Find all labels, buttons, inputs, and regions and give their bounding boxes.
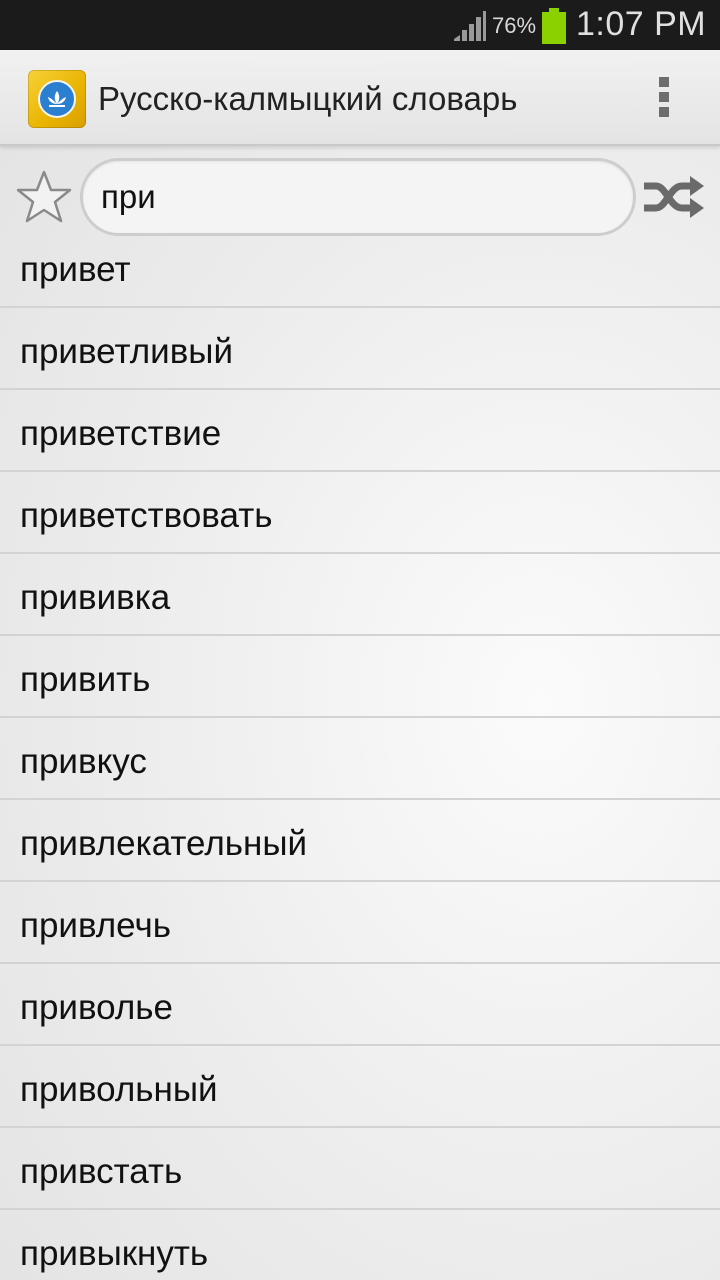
search-input[interactable] xyxy=(101,171,611,223)
result-item[interactable]: привить xyxy=(0,636,720,718)
result-item-label: приветствие xyxy=(20,414,222,453)
app-logo-icon[interactable] xyxy=(28,70,86,128)
result-item-label: привыкнуть xyxy=(20,1234,209,1273)
result-item-label: привлекательный xyxy=(20,824,308,863)
result-item[interactable]: привлекательный xyxy=(0,800,720,882)
clock: 1:07 PM xyxy=(576,5,707,43)
status-bar: 76% 1:07 PM xyxy=(0,0,720,50)
result-item[interactable]: привет xyxy=(0,242,720,308)
result-item-label: прививка xyxy=(20,578,171,617)
app-title: Русско-калмыцкий словарь xyxy=(98,80,518,117)
result-item-label: привольный xyxy=(20,1070,218,1109)
result-item[interactable]: приветствие xyxy=(0,390,720,472)
result-item-label: приветствовать xyxy=(20,496,273,535)
result-item-label: привет xyxy=(20,250,131,289)
result-list: привет приветливый приветствие приветствова… xyxy=(0,242,720,1280)
result-item[interactable]: привольный xyxy=(0,1046,720,1128)
search-field[interactable] xyxy=(80,158,636,236)
action-bar: Русско-калмыцкий словарь xyxy=(0,50,720,146)
overflow-menu-icon[interactable] xyxy=(652,74,676,124)
result-item[interactable]: приволье xyxy=(0,964,720,1046)
result-item[interactable]: прививка xyxy=(0,554,720,636)
result-item[interactable]: привкус xyxy=(0,718,720,800)
battery-percent: 76% xyxy=(492,13,537,38)
result-item-label: привкус xyxy=(20,742,147,781)
result-item-label: привить xyxy=(20,660,151,699)
result-item-label: приволье xyxy=(20,988,173,1027)
result-item-label: привлечь xyxy=(20,906,171,945)
shuffle-icon[interactable] xyxy=(640,172,706,222)
signal-icon xyxy=(454,11,486,41)
result-item-label: приветливый xyxy=(20,332,234,371)
result-item[interactable]: привстать xyxy=(0,1128,720,1210)
screen: 76% 1:07 PM Русско-калмыцкий словарь при… xyxy=(0,0,720,1280)
battery-icon xyxy=(542,8,566,44)
result-item[interactable]: приветливый xyxy=(0,308,720,390)
star-icon[interactable] xyxy=(14,168,74,228)
result-item-label: привстать xyxy=(20,1152,183,1191)
result-item[interactable]: привыкнуть xyxy=(0,1210,720,1280)
result-item[interactable]: приветствовать xyxy=(0,472,720,554)
result-item[interactable]: привлечь xyxy=(0,882,720,964)
